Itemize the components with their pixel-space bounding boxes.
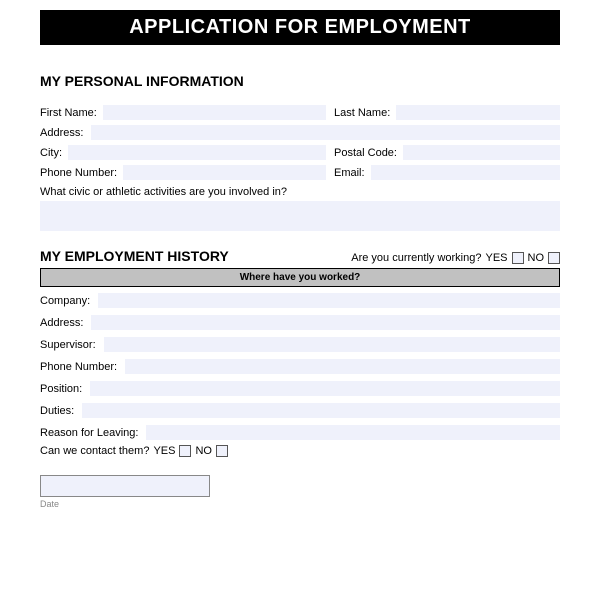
reason-input[interactable] bbox=[146, 425, 560, 440]
employment-heading-row: MY EMPLOYMENT HISTORY Are you currently … bbox=[40, 248, 560, 264]
city-input[interactable] bbox=[68, 145, 326, 160]
row-address: Address: bbox=[40, 125, 560, 140]
activities-input[interactable] bbox=[40, 201, 560, 231]
personal-heading: MY PERSONAL INFORMATION bbox=[40, 73, 560, 89]
company-label: Company: bbox=[40, 295, 90, 307]
duties-label: Duties: bbox=[40, 405, 74, 417]
contact-yes-checkbox[interactable] bbox=[179, 445, 191, 457]
company-input[interactable] bbox=[98, 293, 560, 308]
currently-working-group: Are you currently working? YES NO bbox=[351, 252, 560, 264]
date-input[interactable] bbox=[40, 475, 210, 497]
last-name-input[interactable] bbox=[396, 105, 560, 120]
first-name-label: First Name: bbox=[40, 107, 97, 119]
row-name: First Name: Last Name: bbox=[40, 105, 560, 120]
activities-label: What civic or athletic activities are yo… bbox=[40, 186, 560, 198]
contact-label: Can we contact them? bbox=[40, 445, 149, 457]
contact-no-checkbox[interactable] bbox=[216, 445, 228, 457]
last-name-label: Last Name: bbox=[334, 107, 390, 119]
emp-phone-input[interactable] bbox=[125, 359, 560, 374]
position-input[interactable] bbox=[90, 381, 560, 396]
contact-yes-label: YES bbox=[153, 445, 175, 457]
where-worked-header: Where have you worked? bbox=[40, 268, 560, 287]
row-emp-phone: Phone Number: bbox=[40, 359, 560, 374]
reason-label: Reason for Leaving: bbox=[40, 427, 138, 439]
contact-row: Can we contact them? YES NO bbox=[40, 445, 560, 457]
working-no-checkbox[interactable] bbox=[548, 252, 560, 264]
currently-working-label: Are you currently working? bbox=[351, 252, 481, 264]
postal-label: Postal Code: bbox=[334, 147, 397, 159]
duties-input[interactable] bbox=[82, 403, 560, 418]
address-input[interactable] bbox=[91, 125, 560, 140]
email-label: Email: bbox=[334, 167, 365, 179]
emp-phone-label: Phone Number: bbox=[40, 361, 117, 373]
phone-input[interactable] bbox=[123, 165, 326, 180]
position-label: Position: bbox=[40, 383, 82, 395]
date-caption: Date bbox=[40, 499, 560, 509]
working-yes-label: YES bbox=[485, 252, 507, 264]
supervisor-label: Supervisor: bbox=[40, 339, 96, 351]
contact-no-label: NO bbox=[195, 445, 212, 457]
address-label: Address: bbox=[40, 127, 83, 139]
first-name-input[interactable] bbox=[103, 105, 326, 120]
city-label: City: bbox=[40, 147, 62, 159]
row-position: Position: bbox=[40, 381, 560, 396]
working-yes-checkbox[interactable] bbox=[512, 252, 524, 264]
title-banner: APPLICATION FOR EMPLOYMENT bbox=[40, 10, 560, 45]
emp-address-input[interactable] bbox=[91, 315, 560, 330]
supervisor-input[interactable] bbox=[104, 337, 560, 352]
emp-address-label: Address: bbox=[40, 317, 83, 329]
employment-heading: MY EMPLOYMENT HISTORY bbox=[40, 248, 229, 264]
postal-input[interactable] bbox=[403, 145, 560, 160]
row-supervisor: Supervisor: bbox=[40, 337, 560, 352]
row-reason: Reason for Leaving: bbox=[40, 425, 560, 440]
row-city-postal: City: Postal Code: bbox=[40, 145, 560, 160]
row-duties: Duties: bbox=[40, 403, 560, 418]
row-company: Company: bbox=[40, 293, 560, 308]
row-phone-email: Phone Number: Email: bbox=[40, 165, 560, 180]
phone-label: Phone Number: bbox=[40, 167, 117, 179]
working-no-label: NO bbox=[528, 252, 545, 264]
row-emp-address: Address: bbox=[40, 315, 560, 330]
email-input[interactable] bbox=[371, 165, 560, 180]
